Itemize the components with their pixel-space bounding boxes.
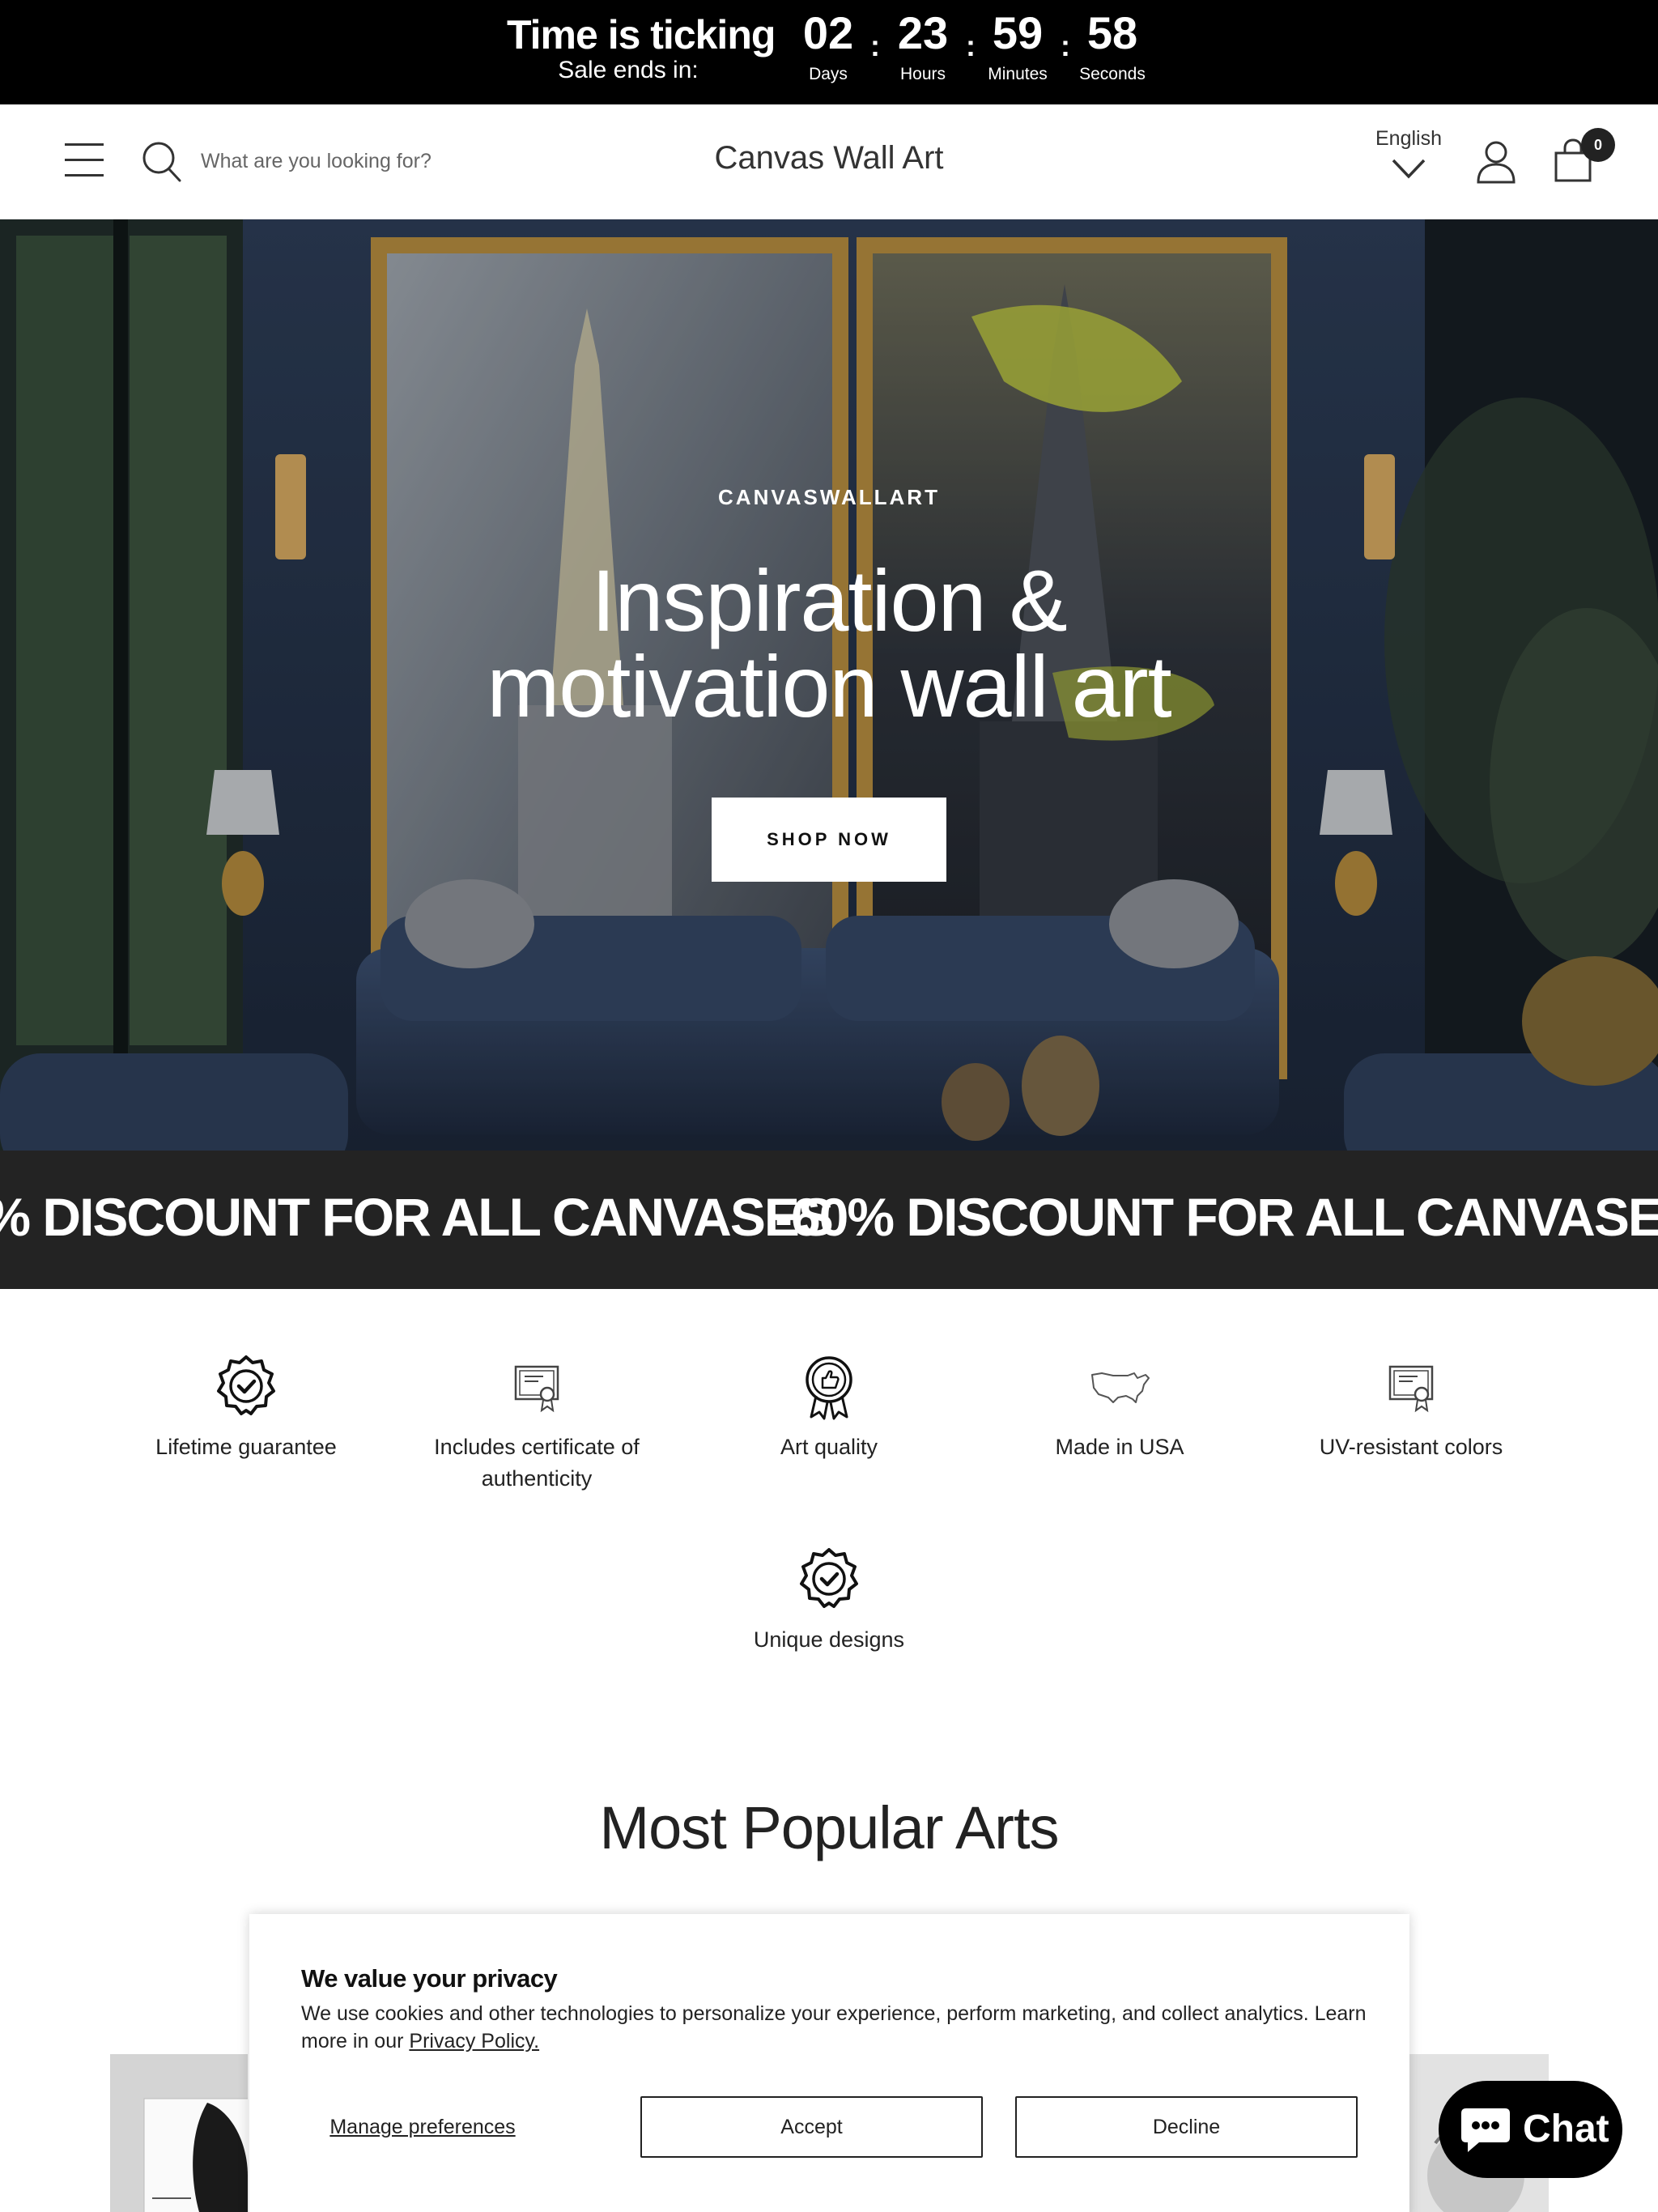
hero-banner: CANVASWALLART Inspiration & motivation w… bbox=[0, 219, 1658, 1151]
countdown-hours-value: 23 bbox=[897, 7, 949, 58]
countdown-hours: 23 Hours bbox=[874, 5, 971, 84]
feature-certificate: Includes certificate of authenticity bbox=[415, 1354, 658, 1495]
hero-eyebrow: CANVASWALLART bbox=[718, 485, 940, 509]
countdown-minutes: 59 Minutes bbox=[969, 5, 1066, 84]
site-header: Canvas Wall Art English 0 bbox=[0, 104, 1658, 219]
countdown-minutes-label: Minutes bbox=[988, 65, 1048, 83]
feature-made-in-usa: Made in USA bbox=[998, 1354, 1241, 1463]
marquee-item: -60% DISCOUNT FOR ALL CANVASES bbox=[0, 1187, 834, 1247]
chat-button[interactable]: Chat bbox=[1439, 2081, 1622, 2178]
account-icon[interactable] bbox=[1475, 138, 1517, 184]
hero-title: Inspiration & motivation wall art bbox=[343, 551, 1315, 735]
hamburger-menu-icon[interactable] bbox=[65, 143, 104, 177]
badge-check-icon bbox=[217, 1355, 275, 1415]
countdown-subtitle: Sale ends in: bbox=[558, 57, 699, 83]
countdown-seconds-value: 58 bbox=[1086, 7, 1138, 58]
feature-unique-designs: Unique designs bbox=[708, 1546, 950, 1656]
countdown-days: 02 Days bbox=[780, 5, 877, 84]
site-logo[interactable]: Canvas Wall Art bbox=[667, 140, 991, 177]
shop-now-button[interactable]: SHOP NOW bbox=[712, 798, 946, 882]
search-icon[interactable] bbox=[141, 138, 183, 184]
privacy-policy-link[interactable]: Privacy Policy. bbox=[409, 2030, 539, 2052]
marquee-item: -60% DISCOUNT FOR ALL CANVASES bbox=[775, 1187, 1658, 1247]
certificate-icon bbox=[1388, 1365, 1434, 1413]
feature-label: Includes certificate of authenticity bbox=[434, 1435, 640, 1491]
countdown-bar: Time is ticking Sale ends in: 02 Days : … bbox=[0, 0, 1658, 104]
badge-check-icon bbox=[800, 1548, 858, 1608]
feature-label: Lifetime guarantee bbox=[155, 1435, 337, 1459]
countdown-title: Time is ticking bbox=[507, 12, 776, 57]
feature-art-quality: Art quality bbox=[708, 1354, 950, 1463]
section-title-popular: Most Popular Arts bbox=[599, 1794, 1059, 1861]
usa-map-icon bbox=[1091, 1372, 1150, 1403]
countdown-days-label: Days bbox=[809, 65, 848, 83]
hero-title-line2: motivation wall art bbox=[487, 637, 1171, 735]
chevron-down-icon bbox=[1392, 159, 1426, 179]
countdown-seconds: 58 Seconds bbox=[1064, 5, 1161, 84]
countdown-days-value: 02 bbox=[802, 7, 854, 58]
product-image bbox=[110, 2054, 248, 2212]
cart-count-badge: 0 bbox=[1581, 128, 1615, 162]
language-selector[interactable]: English bbox=[1368, 127, 1449, 184]
accept-button[interactable]: Accept bbox=[640, 2096, 983, 2158]
feature-label: UV-resistant colors bbox=[1319, 1435, 1503, 1459]
countdown-hours-label: Hours bbox=[899, 65, 946, 83]
feature-lifetime-guarantee: Lifetime guarantee bbox=[125, 1354, 368, 1463]
countdown-seconds-label: Seconds bbox=[1079, 65, 1146, 83]
feature-label: Made in USA bbox=[1055, 1435, 1184, 1459]
cookie-consent-banner: We value your privacy We use cookies and… bbox=[249, 1914, 1409, 2212]
manage-preferences-link[interactable]: Manage preferences bbox=[301, 2096, 544, 2158]
certificate-icon bbox=[514, 1365, 559, 1413]
chat-label: Chat bbox=[1523, 2108, 1609, 2150]
search-input[interactable] bbox=[201, 142, 622, 181]
decline-button[interactable]: Decline bbox=[1015, 2096, 1358, 2158]
cookie-description: We use cookies and other technologies to… bbox=[301, 2000, 1370, 2055]
language-label: English bbox=[1375, 127, 1442, 150]
hero-title-line1: Inspiration & bbox=[591, 551, 1067, 649]
feature-label: Art quality bbox=[780, 1435, 878, 1459]
chat-bubble-icon bbox=[1461, 2108, 1510, 2152]
product-card[interactable] bbox=[110, 2054, 248, 2212]
award-ribbon-icon bbox=[806, 1356, 852, 1420]
discount-marquee: -60% DISCOUNT FOR ALL CANVASES -60% DISC… bbox=[0, 1151, 1658, 1289]
feature-label: Unique designs bbox=[753, 1627, 905, 1652]
countdown-minutes-value: 59 bbox=[992, 7, 1044, 58]
cookie-title: We value your privacy bbox=[301, 1964, 558, 1993]
feature-uv-resistant: UV-resistant colors bbox=[1290, 1354, 1533, 1463]
